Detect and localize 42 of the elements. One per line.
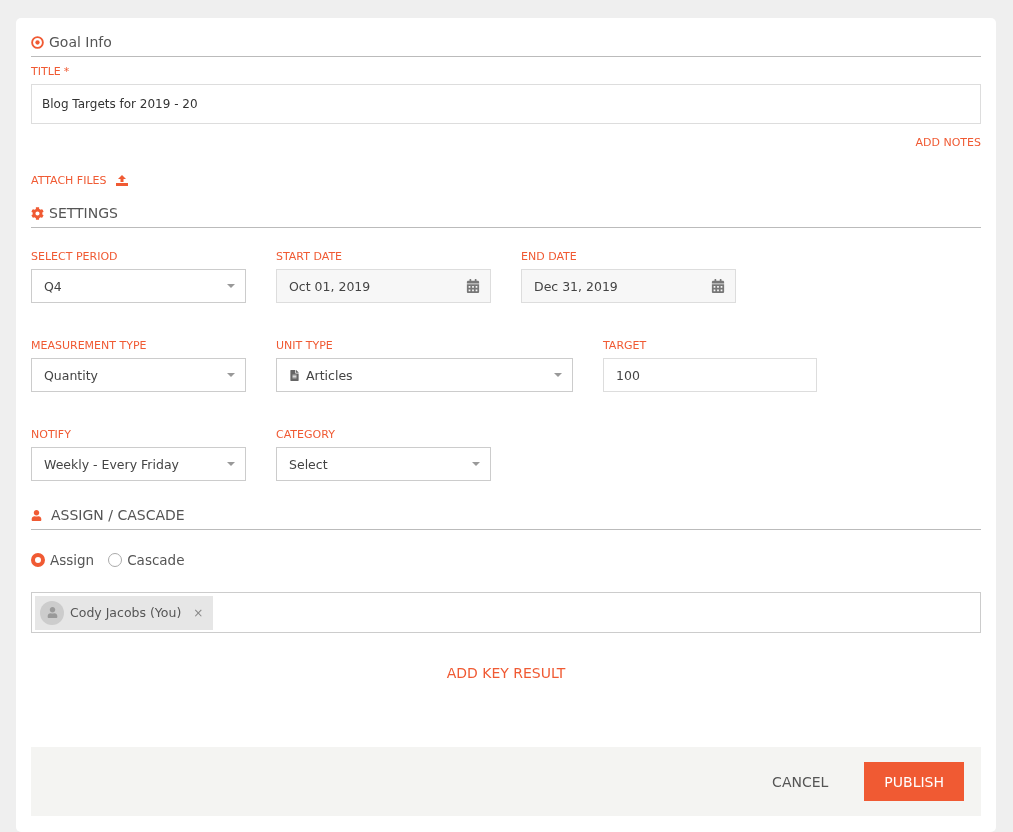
caret-icon <box>227 284 235 288</box>
calendar-icon[interactable] <box>711 279 725 293</box>
field-label: END DATE <box>521 250 578 263</box>
field-label: TARGET <box>603 339 648 352</box>
user-icon <box>31 509 42 521</box>
caret-icon <box>472 462 480 466</box>
required-mark: * <box>63 65 70 78</box>
section-heading: ASSIGN / CASCADE <box>51 507 185 523</box>
dropdown-select[interactable]: Q4 <box>31 269 246 303</box>
calendar-icon[interactable] <box>466 279 480 293</box>
cancel-button[interactable]: CANCEL <box>752 762 849 801</box>
field-label: CATEGORY <box>276 428 336 441</box>
upload-icon[interactable] <box>116 175 129 186</box>
radio-icon[interactable] <box>108 553 123 567</box>
dropdown-select[interactable]: Quantity <box>31 358 246 392</box>
settings-icon <box>31 206 44 220</box>
field-label: SELECT PERIOD <box>31 250 119 263</box>
field-label: UNIT TYPE <box>276 339 334 352</box>
caret-icon <box>227 462 235 466</box>
target-icon <box>31 35 44 49</box>
date-field[interactable]: Oct 01, 2019 <box>276 269 491 303</box>
assignee-name: Cody Jacobs (You) <box>70 605 182 620</box>
avatar-icon <box>40 600 64 625</box>
title-input[interactable]: Blog Targets for 2019 - 20 <box>31 84 981 124</box>
document-icon <box>289 369 300 381</box>
field-label: TITLE <box>31 65 61 78</box>
radio-option[interactable]: Assign <box>31 552 95 568</box>
dropdown-select[interactable]: Select <box>276 447 491 481</box>
caret-icon <box>227 373 235 377</box>
input-field[interactable]: 100 <box>603 358 817 392</box>
field-label: NOTIFY <box>31 428 72 441</box>
assignee-field[interactable]: Cody Jacobs (You) × <box>31 592 981 633</box>
field-label: MEASUREMENT TYPE <box>31 339 148 352</box>
radio-option[interactable]: Cascade <box>108 552 185 568</box>
dropdown-select[interactable]: Weekly - Every Friday <box>31 447 246 481</box>
radio-icon[interactable] <box>31 553 45 567</box>
dropdown-select[interactable]: Articles <box>276 358 573 392</box>
field-label: START DATE <box>276 250 344 263</box>
date-field[interactable]: Dec 31, 2019 <box>521 269 736 303</box>
section-heading: SETTINGS <box>49 205 118 221</box>
section-heading: Goal Info <box>49 34 112 50</box>
caret-icon <box>554 373 562 377</box>
